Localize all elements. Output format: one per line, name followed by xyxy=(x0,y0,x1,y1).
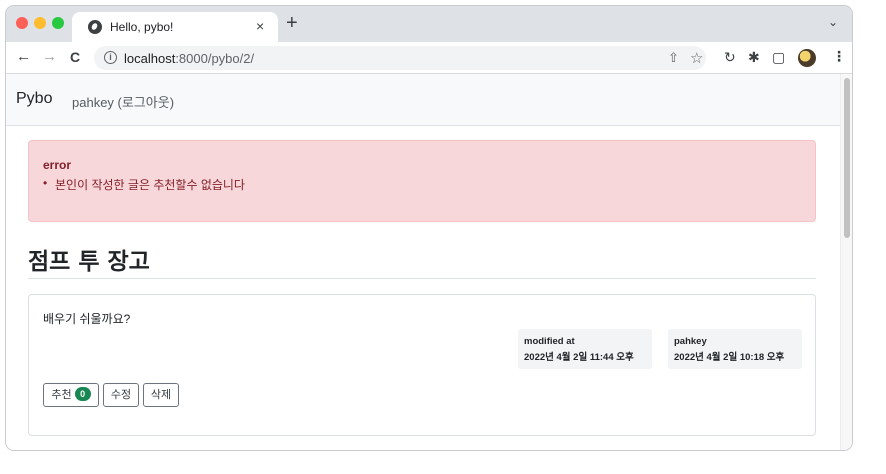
browser-toolbar: ← → C i localhost:8000/pybo/2/ ⇧ ☆ ↻ ✱ ▢… xyxy=(6,42,852,74)
alert-message: 본인이 작성한 글은 추천할수 없습니다 xyxy=(43,176,245,193)
url-path: :8000/pybo/2/ xyxy=(175,51,255,66)
tab-title: Hello, pybo! xyxy=(110,20,174,34)
maximize-window-button[interactable] xyxy=(52,17,64,29)
delete-button[interactable]: 삭제 xyxy=(143,383,179,407)
modified-badge: modified at 2022년 4월 2일 11:44 오후 xyxy=(518,329,652,369)
minimize-window-button[interactable] xyxy=(34,17,46,29)
info-icon[interactable]: i xyxy=(104,51,117,64)
logout-link[interactable]: pahkey (로그아웃) xyxy=(72,92,174,111)
created-date: 2022년 4월 2일 10:18 오후 xyxy=(674,352,785,363)
menu-icon[interactable]: ⋮ xyxy=(832,48,846,65)
reload-extension-icon[interactable]: ↻ xyxy=(724,49,736,65)
profile-avatar[interactable] xyxy=(798,49,816,67)
close-window-button[interactable] xyxy=(16,17,28,29)
reload-button[interactable]: C xyxy=(70,48,80,66)
tab-search-icon[interactable]: ⌄ xyxy=(828,15,838,29)
share-icon[interactable]: ⇧ xyxy=(668,50,679,66)
modified-date: 2022년 4월 2일 11:44 오후 xyxy=(524,352,634,363)
sidebar-icon[interactable]: ▢ xyxy=(772,49,785,65)
error-alert: error 본인이 작성한 글은 추천할수 없습니다 xyxy=(28,140,816,222)
url-host: localhost xyxy=(124,51,176,66)
url-text: localhost:8000/pybo/2/ xyxy=(124,51,254,66)
tab-close-icon[interactable]: × xyxy=(256,18,264,34)
modified-label: modified at xyxy=(524,336,575,347)
forward-button[interactable]: → xyxy=(42,48,57,66)
tab-strip: Hello, pybo! × + ⌄ xyxy=(6,6,852,42)
question-content: 배우기 쉬울까요? xyxy=(43,312,131,326)
author-name: pahkey xyxy=(674,336,707,347)
recommend-button[interactable]: 추천 0 xyxy=(43,383,99,407)
back-button[interactable]: ← xyxy=(16,48,31,66)
page-scrollbar[interactable] xyxy=(840,74,852,450)
author-badge: pahkey 2022년 4월 2일 10:18 오후 xyxy=(668,329,802,369)
site-navbar: Pybo pahkey (로그아웃) xyxy=(6,74,840,126)
scrollbar-thumb[interactable] xyxy=(844,78,850,238)
new-tab-button[interactable]: + xyxy=(286,13,298,33)
question-card: 배우기 쉬울까요? modified at 2022년 4월 2일 11:44 … xyxy=(28,294,816,436)
title-divider xyxy=(28,278,816,279)
page-viewport: Pybo pahkey (로그아웃) error 본인이 작성한 글은 추천할수… xyxy=(6,74,852,450)
brand-link[interactable]: Pybo xyxy=(16,90,52,108)
star-icon[interactable]: ☆ xyxy=(690,49,703,67)
recommend-label: 추천 xyxy=(51,389,72,401)
edit-button[interactable]: 수정 xyxy=(103,383,139,407)
globe-icon xyxy=(88,20,102,34)
alert-title: error xyxy=(43,158,72,172)
browser-window: Hello, pybo! × + ⌄ ← → C i localhost:800… xyxy=(6,6,852,450)
address-bar[interactable]: i localhost:8000/pybo/2/ ⇧ ☆ xyxy=(94,46,706,70)
browser-tab-active[interactable]: Hello, pybo! × xyxy=(72,12,278,42)
extensions-icon[interactable]: ✱ xyxy=(748,49,760,65)
page-title: 점프 투 장고 xyxy=(28,249,150,275)
recommend-count-badge: 0 xyxy=(74,387,91,401)
